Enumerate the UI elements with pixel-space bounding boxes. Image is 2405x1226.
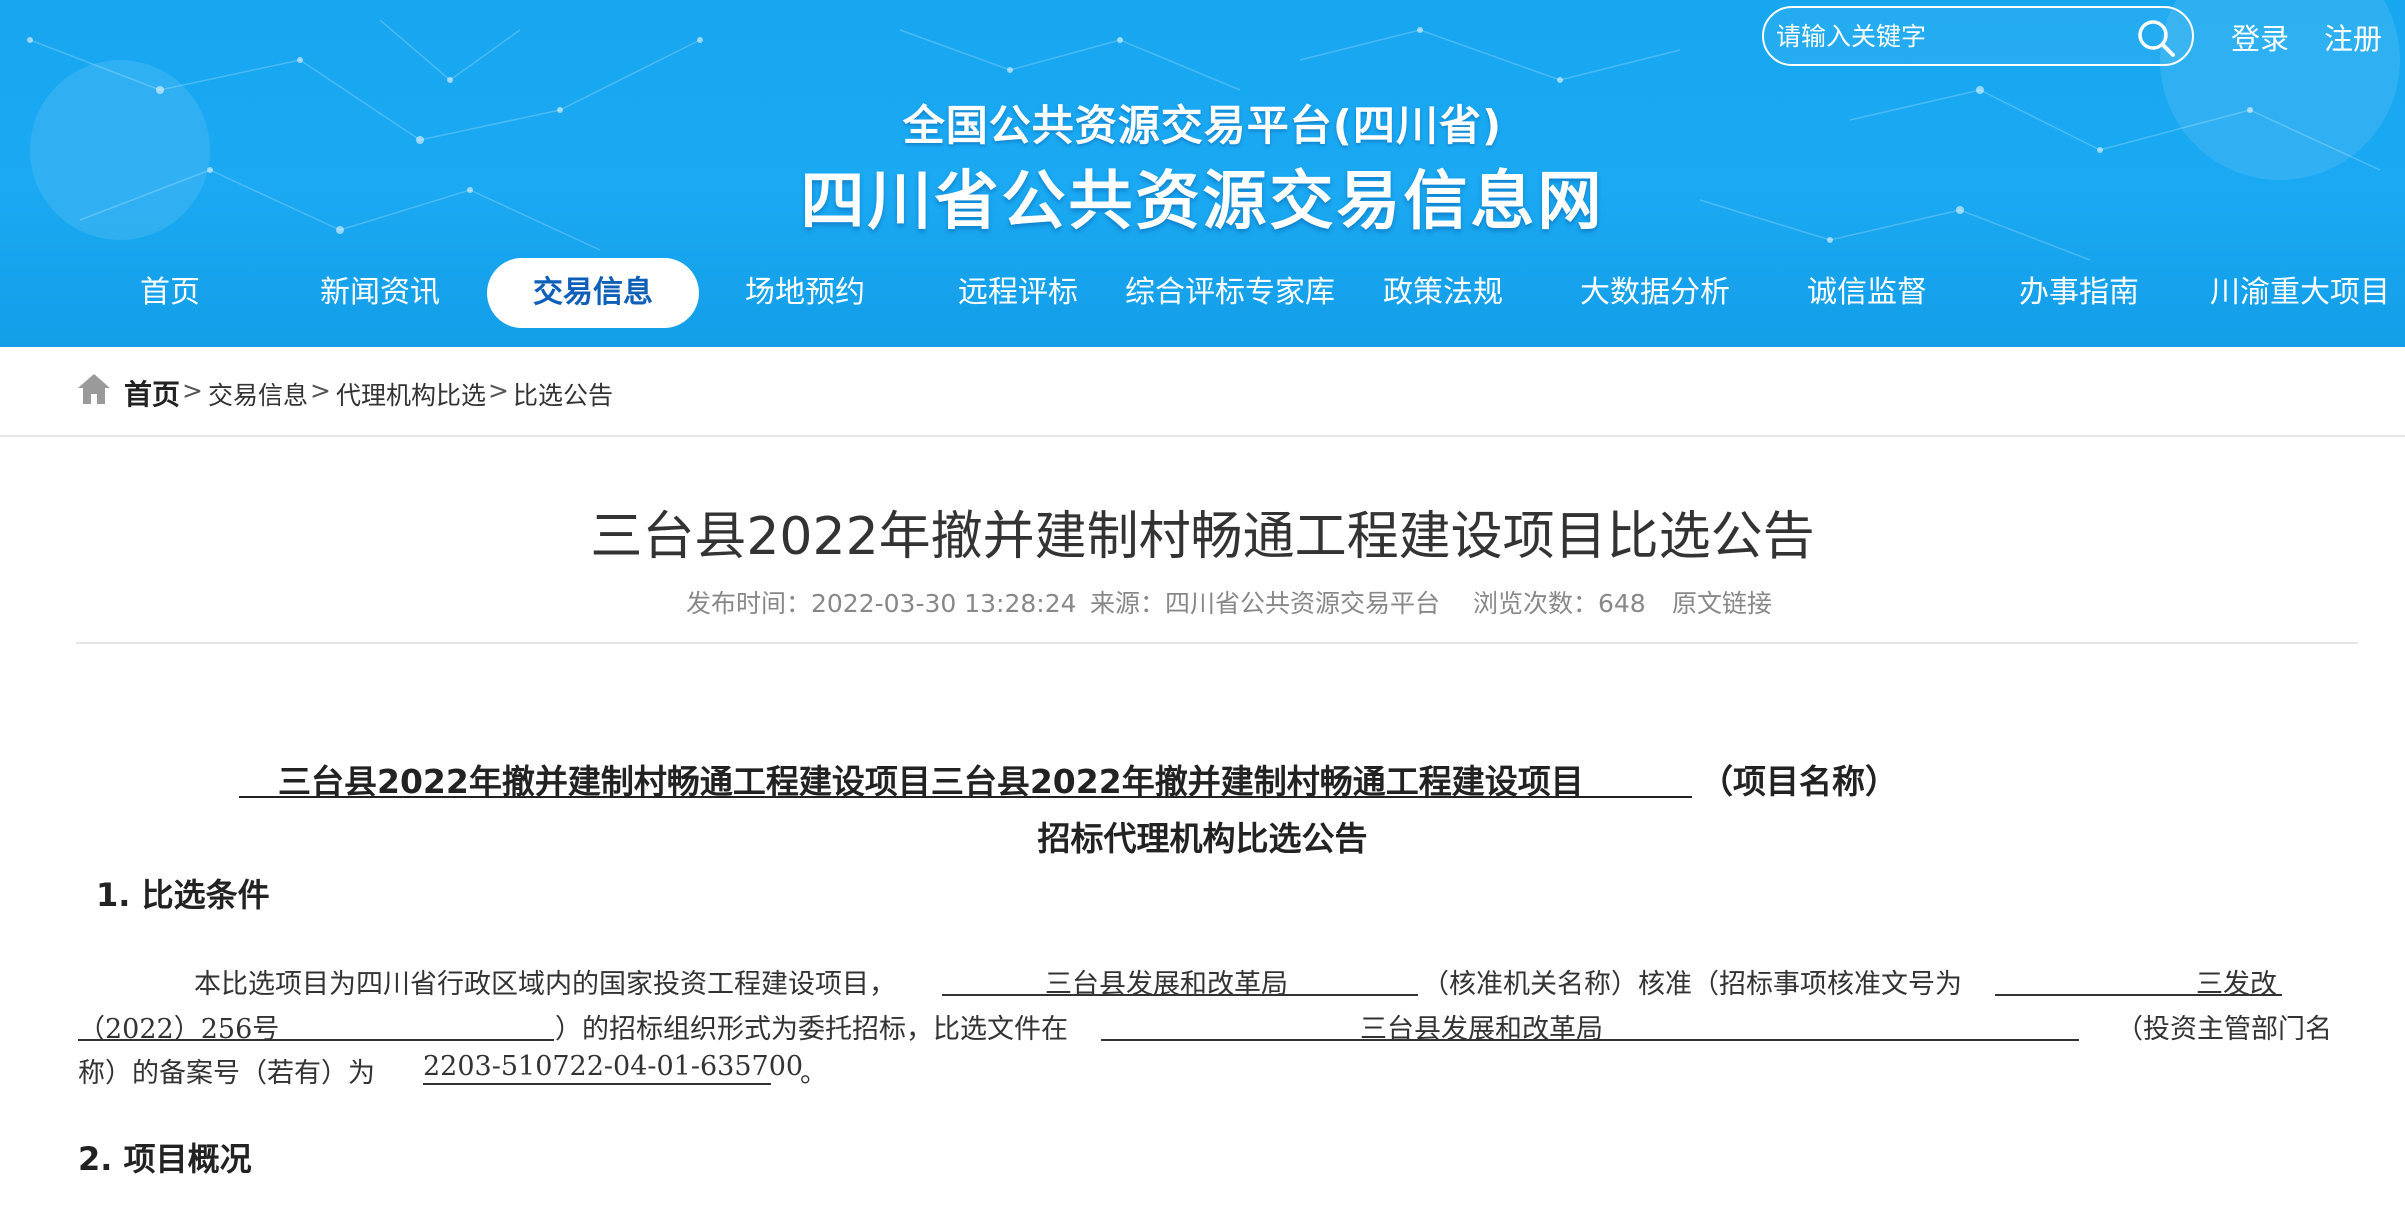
heading-underline (239, 796, 1692, 798)
paragraph-text: 称）的备案号（若有）为 (78, 1058, 375, 1089)
article-source: 来源：四川省公共资源交易平台 (1090, 589, 1441, 618)
breadcrumb-trade-info[interactable]: 交易信息 (208, 376, 308, 412)
search-input[interactable] (1776, 16, 2116, 56)
paragraph-text: 。 (800, 1058, 827, 1089)
nav-item-credit[interactable]: 诚信监督 (1797, 258, 1937, 328)
fill-underline (942, 994, 1418, 996)
paragraph-text: ）的招标组织形式为委托招标，比选文件在 (555, 1014, 1068, 1045)
record-number: 2203-510722-04-01-635700 (423, 1051, 804, 1082)
nav-item-home[interactable]: 首页 (100, 258, 240, 328)
fill-underline (1995, 994, 2282, 996)
paragraph-text: （投资主管部门名 (2116, 1014, 2332, 1045)
breadcrumb-agency-selection[interactable]: 代理机构比选 (336, 376, 486, 412)
heading-suffix: （项目名称） (1700, 762, 1898, 801)
breadcrumb-separator: > (182, 376, 203, 405)
view-count: 浏览次数：648 (1473, 589, 1646, 618)
breadcrumb-separator: > (488, 376, 509, 405)
section-1-heading: 1. 比选条件 (96, 876, 270, 914)
breadcrumb-announcement[interactable]: 比选公告 (513, 376, 613, 412)
nav-item-sc-cq-projects[interactable]: 川渝重大项目 (2200, 258, 2400, 328)
paragraph-text: 本比选项目为四川省行政区域内的国家投资工程建设项目， (194, 969, 896, 1000)
paragraph-text: （核准机关名称）核准（招标事项核准文号为 (1422, 969, 1962, 1000)
search-box (1762, 6, 2194, 66)
original-link[interactable]: 原文链接 (1672, 584, 1772, 620)
nav-item-expert-pool[interactable]: 综合评标专家库 (1120, 258, 1340, 328)
nav-item-big-data[interactable]: 大数据分析 (1573, 258, 1737, 328)
breadcrumb-home[interactable]: 首页 (124, 373, 180, 413)
site-title: 四川省公共资源交易信息网 (800, 165, 1605, 239)
login-link[interactable]: 登录 (2231, 16, 2289, 58)
home-icon[interactable] (76, 372, 112, 406)
search-icon[interactable] (2134, 16, 2178, 60)
fill-underline (78, 1039, 554, 1041)
announcement-subtitle: 招标代理机构比选公告 (1037, 819, 1368, 858)
nav-item-policy[interactable]: 政策法规 (1373, 258, 1513, 328)
fill-underline (423, 1083, 771, 1085)
nav-item-remote-bid-eval[interactable]: 远程评标 (948, 258, 1088, 328)
breadcrumb-separator: > (310, 376, 331, 405)
header-banner: 登录 注册 全国公共资源交易平台(四川省) 四川省公共资源交易信息网 首页 新闻… (0, 0, 2405, 347)
article-title: 三台县2022年撤并建制村畅通工程建设项目比选公告 (590, 507, 1815, 567)
fill-underline (1101, 1039, 2079, 1041)
publish-time: 发布时间：2022-03-30 13:28:24 (686, 589, 1077, 618)
nav-item-venue-booking[interactable]: 场地预约 (735, 258, 875, 328)
nav-item-news[interactable]: 新闻资讯 (310, 258, 450, 328)
divider (76, 642, 2358, 644)
site-subtitle: 全国公共资源交易平台(四川省) (902, 101, 1503, 150)
register-link[interactable]: 注册 (2324, 16, 2382, 58)
breadcrumb: 首页 > 交易信息 > 代理机构比选 > 比选公告 (0, 347, 2405, 437)
main-nav: 首页 新闻资讯 交易信息 场地预约 远程评标 综合评标专家库 政策法规 大数据分… (0, 258, 2405, 328)
nav-item-guide[interactable]: 办事指南 (2009, 258, 2149, 328)
section-2-heading: 2. 项目概况 (78, 1140, 252, 1178)
nav-item-trade-info[interactable]: 交易信息 (487, 258, 699, 328)
